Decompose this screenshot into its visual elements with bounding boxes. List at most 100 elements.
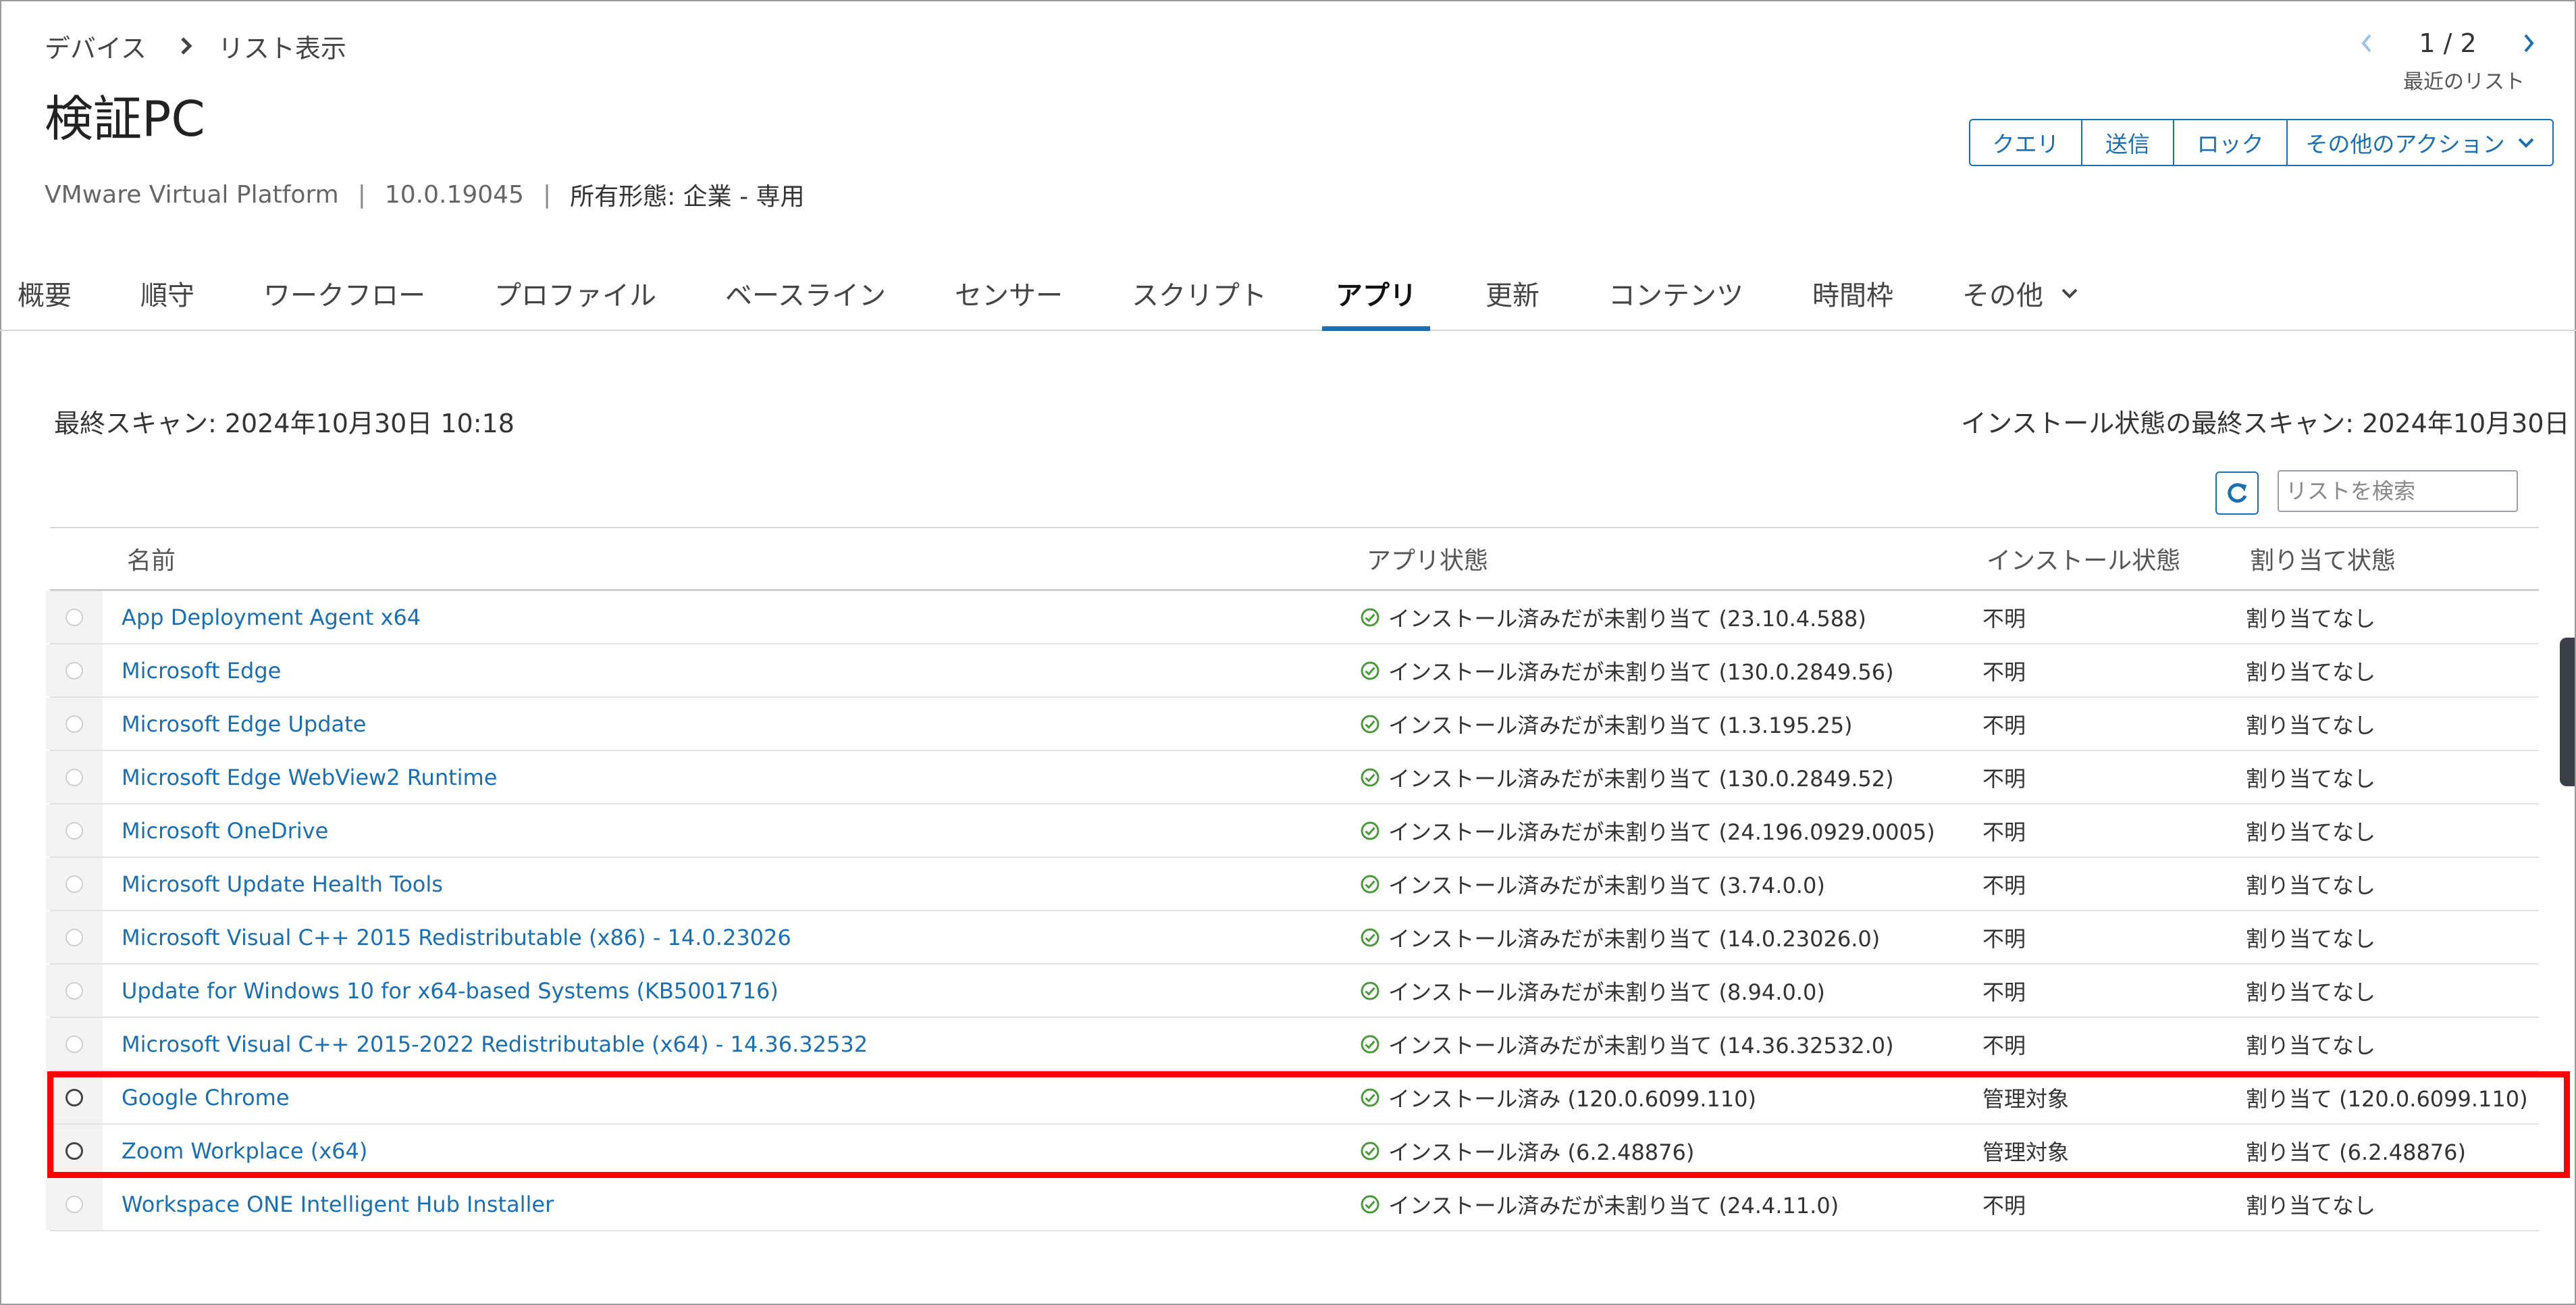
- app-name-link[interactable]: Update for Windows 10 for x64-based Syst…: [122, 965, 779, 1017]
- breadcrumb-devices[interactable]: デバイス: [45, 28, 147, 65]
- app-name-link[interactable]: Microsoft Edge WebView2 Runtime: [122, 751, 497, 803]
- os-version: 10.0.19045: [384, 180, 524, 209]
- table-row[interactable]: Zoom Workplace (x64) インストール済み (6.2.48876)…: [46, 1125, 2539, 1178]
- radio-button[interactable]: [65, 661, 83, 680]
- app-name-link[interactable]: Workspace ONE Intelligent Hub Installer: [122, 1178, 554, 1230]
- tab-apps[interactable]: アプリ: [1322, 257, 1430, 331]
- table-row[interactable]: Microsoft OneDrive インストール済みだが未割り当て (24.19…: [46, 804, 2539, 858]
- lock-button[interactable]: ロック: [2174, 120, 2288, 165]
- assign-status: 割り当てなし: [2246, 872, 2376, 898]
- app-status: インストール済みだが未割り当て (14.0.23026.0): [1360, 911, 1880, 963]
- row-select[interactable]: [46, 698, 103, 750]
- app-status: インストール済みだが未割り当て (130.0.2849.56): [1360, 644, 1894, 696]
- row-select[interactable]: [46, 1178, 103, 1230]
- app-status: インストール済みだが未割り当て (3.74.0.0): [1360, 858, 1825, 910]
- app-name-link[interactable]: Microsoft Edge: [122, 644, 281, 696]
- install-status: 管理対象: [1982, 1139, 2070, 1165]
- app-status: インストール済みだが未割り当て (8.94.0.0): [1360, 965, 1825, 1017]
- row-select[interactable]: [46, 804, 103, 856]
- table-row[interactable]: Google Chrome インストール済み (120.0.6099.110) 管理…: [46, 1071, 2539, 1125]
- row-select[interactable]: [46, 911, 103, 963]
- radio-button[interactable]: [65, 715, 83, 733]
- radio-button[interactable]: [65, 1035, 83, 1053]
- check-circle-icon: [1360, 714, 1380, 734]
- app-name-link[interactable]: Microsoft OneDrive: [122, 804, 328, 856]
- radio-button[interactable]: [65, 1088, 83, 1106]
- check-circle-icon: [1360, 767, 1380, 788]
- install-status: 不明: [1982, 712, 2026, 738]
- tab-overview[interactable]: 概要: [18, 257, 72, 330]
- table-row[interactable]: App Deployment Agent x64 インストール済みだが未割り当て …: [46, 591, 2539, 644]
- more-actions-button[interactable]: その他のアクション: [2288, 120, 2552, 165]
- check-circle-icon: [1360, 981, 1380, 1001]
- row-select[interactable]: [46, 591, 103, 643]
- tab-content[interactable]: コンテンツ: [1608, 257, 1743, 330]
- column-assign-status[interactable]: 割り当て状態: [2250, 528, 2396, 589]
- app-status: インストール済みだが未割り当て (23.10.4.588): [1360, 591, 1866, 643]
- row-select[interactable]: [46, 644, 103, 696]
- assign-status: 割り当てなし: [2246, 1192, 2376, 1219]
- radio-button[interactable]: [65, 1142, 83, 1160]
- table-row[interactable]: Microsoft Visual C++ 2015-2022 Redistrib…: [46, 1018, 2539, 1071]
- radio-button[interactable]: [65, 981, 83, 1000]
- refresh-button[interactable]: [2215, 471, 2259, 515]
- check-circle-icon: [1360, 874, 1380, 894]
- last-scan: 最終スキャン: 2024年10月30日 10:18: [54, 409, 515, 438]
- radio-button[interactable]: [65, 768, 83, 786]
- tab-workflow[interactable]: ワークフロー: [263, 257, 425, 330]
- send-button[interactable]: 送信: [2082, 120, 2174, 165]
- breadcrumb-current: リスト表示: [217, 33, 346, 63]
- app-name-link[interactable]: Microsoft Edge Update: [122, 698, 366, 750]
- radio-button[interactable]: [65, 608, 83, 626]
- table-row[interactable]: Microsoft Edge WebView2 Runtime インストール済みだ…: [46, 751, 2539, 804]
- chevron-right-icon[interactable]: [2515, 24, 2542, 62]
- column-name[interactable]: 名前: [127, 528, 176, 589]
- query-button[interactable]: クエリ: [1970, 120, 2082, 165]
- check-circle-icon: [1360, 821, 1380, 841]
- column-app-status[interactable]: アプリ状態: [1367, 528, 1488, 589]
- tab-updates[interactable]: 更新: [1486, 257, 1540, 330]
- pager-count: 1 / 2: [2419, 28, 2477, 58]
- app-name-link[interactable]: Microsoft Update Health Tools: [122, 858, 443, 910]
- app-name-link[interactable]: Microsoft Visual C++ 2015-2022 Redistrib…: [122, 1018, 868, 1070]
- table-row[interactable]: Microsoft Visual C++ 2015 Redistributabl…: [46, 911, 2539, 965]
- app-name-link[interactable]: Zoom Workplace (x64): [122, 1125, 367, 1177]
- check-circle-icon: [1360, 661, 1380, 681]
- side-panel-handle[interactable]: [2560, 638, 2575, 786]
- install-last-scan: インストール状態の最終スキャン: 2024年10月30日 10:1: [1961, 409, 2576, 438]
- search-input[interactable]: [2278, 470, 2518, 512]
- tab-baselines[interactable]: ベースライン: [725, 257, 886, 330]
- table-row[interactable]: Update for Windows 10 for x64-based Syst…: [46, 965, 2539, 1018]
- breadcrumb: デバイス リスト表示: [45, 27, 346, 65]
- table-row[interactable]: Microsoft Edge インストール済みだが未割り当て (130.0.284…: [46, 644, 2539, 698]
- row-select[interactable]: [46, 965, 103, 1017]
- row-select[interactable]: [46, 751, 103, 803]
- table-row[interactable]: Microsoft Edge Update インストール済みだが未割り当て (1.…: [46, 698, 2539, 751]
- radio-button[interactable]: [65, 928, 83, 946]
- table-row[interactable]: Workspace ONE Intelligent Hub Installer イ…: [46, 1178, 2539, 1231]
- tab-scripts[interactable]: スクリプト: [1132, 257, 1267, 330]
- row-select[interactable]: [46, 1018, 103, 1070]
- row-select[interactable]: [46, 1071, 103, 1123]
- app-name-link[interactable]: App Deployment Agent x64: [122, 591, 421, 643]
- row-select[interactable]: [46, 1125, 103, 1177]
- app-name-link[interactable]: Microsoft Visual C++ 2015 Redistributabl…: [122, 911, 791, 963]
- radio-button[interactable]: [65, 875, 83, 893]
- radio-button[interactable]: [65, 821, 83, 840]
- table-row[interactable]: Microsoft Update Health Tools インストール済みだが未…: [46, 858, 2539, 911]
- radio-button[interactable]: [65, 1195, 83, 1213]
- column-install-status[interactable]: インストール状態: [1987, 528, 2180, 589]
- check-circle-icon: [1360, 1088, 1380, 1108]
- check-circle-icon: [1360, 927, 1380, 948]
- install-status: 不明: [1982, 659, 2026, 685]
- tab-compliance[interactable]: 順守: [140, 257, 194, 330]
- app-name-link[interactable]: Google Chrome: [122, 1071, 290, 1123]
- tab-time-windows[interactable]: 時間枠: [1812, 257, 1893, 330]
- tab-sensors[interactable]: センサー: [955, 257, 1063, 330]
- chevron-right-icon: [179, 36, 194, 56]
- row-select[interactable]: [46, 858, 103, 910]
- tab-more[interactable]: その他: [1962, 257, 2078, 330]
- chevron-left-icon[interactable]: [2353, 24, 2380, 62]
- check-circle-icon: [1360, 1141, 1380, 1161]
- tab-profiles[interactable]: プロファイル: [494, 257, 656, 330]
